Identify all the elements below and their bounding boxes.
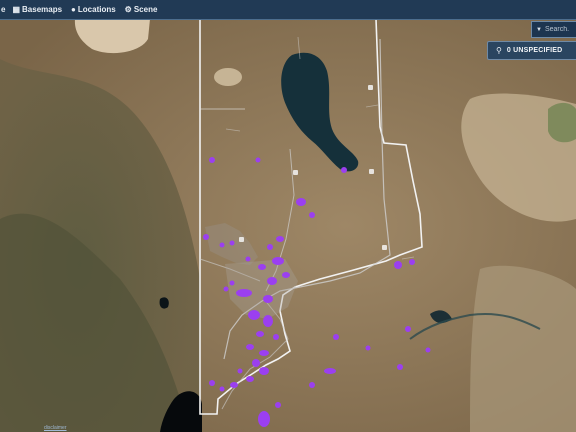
map-marker[interactable] bbox=[248, 310, 260, 320]
map-marker[interactable] bbox=[230, 382, 238, 388]
map-marker[interactable] bbox=[245, 256, 251, 262]
map-attribution: disclaimer bbox=[0, 423, 110, 432]
map-marker[interactable] bbox=[229, 280, 235, 286]
top-toolbar: e ▦ Basemaps ● Locations ⚙ Scene bbox=[0, 0, 576, 20]
map-marker[interactable] bbox=[309, 382, 315, 388]
map-marker[interactable] bbox=[246, 376, 254, 382]
highway-shield bbox=[293, 170, 298, 175]
map-marker[interactable] bbox=[263, 315, 273, 327]
map-marker[interactable] bbox=[236, 289, 252, 297]
filter-badge[interactable]: ⚲ 0 UNSPECIFIED bbox=[487, 41, 576, 60]
map-marker[interactable] bbox=[219, 386, 225, 392]
map-marker[interactable] bbox=[333, 334, 339, 340]
map-marker[interactable] bbox=[209, 157, 215, 163]
map-marker[interactable] bbox=[296, 198, 306, 206]
search-input[interactable] bbox=[544, 26, 569, 33]
map-marker[interactable] bbox=[267, 244, 273, 250]
green-field-east bbox=[548, 102, 576, 143]
highway-shield bbox=[239, 237, 244, 242]
highway-shield bbox=[369, 169, 374, 174]
map-marker[interactable] bbox=[209, 380, 215, 386]
pale-area-southeast bbox=[470, 265, 576, 432]
map-marker[interactable] bbox=[263, 295, 273, 303]
map-marker[interactable] bbox=[282, 272, 290, 278]
map-marker[interactable] bbox=[219, 242, 225, 248]
map-marker[interactable] bbox=[272, 257, 284, 265]
locations-button[interactable]: ● Locations bbox=[71, 5, 116, 14]
toolbar-item-cut[interactable]: e bbox=[1, 5, 5, 14]
map-marker[interactable] bbox=[324, 368, 336, 374]
map-marker[interactable] bbox=[258, 264, 266, 270]
map-marker[interactable] bbox=[273, 334, 279, 340]
basemaps-button[interactable]: ▦ Basemaps bbox=[12, 5, 62, 14]
filter-badge-label: 0 UNSPECIFIED bbox=[506, 47, 563, 54]
disclaimer-link[interactable]: disclaimer bbox=[44, 425, 67, 431]
map-marker[interactable] bbox=[255, 157, 261, 163]
satellite-map[interactable] bbox=[0, 19, 576, 432]
map-marker[interactable] bbox=[252, 359, 260, 367]
basemaps-icon: ▦ bbox=[12, 5, 21, 14]
map-marker[interactable] bbox=[203, 234, 209, 240]
map-marker[interactable] bbox=[223, 286, 229, 292]
map-marker[interactable] bbox=[259, 367, 269, 375]
search-box[interactable]: ▼ bbox=[531, 21, 576, 38]
map-marker[interactable] bbox=[246, 344, 254, 350]
scene-label: Scene bbox=[133, 5, 158, 14]
basemaps-label: Basemaps bbox=[22, 5, 63, 14]
map-marker[interactable] bbox=[341, 167, 347, 173]
map-marker[interactable] bbox=[276, 236, 284, 242]
toolbar-item-cut-label: e bbox=[1, 5, 6, 14]
map-marker[interactable] bbox=[237, 368, 243, 374]
dry-lakebed-small bbox=[214, 68, 242, 86]
highway-shield bbox=[382, 245, 387, 250]
scene-icon: ⚙ bbox=[124, 5, 132, 14]
dropdown-caret-icon[interactable]: ▼ bbox=[536, 27, 542, 33]
map-marker[interactable] bbox=[425, 347, 431, 353]
location-pin-icon: ● bbox=[71, 5, 76, 14]
map-marker[interactable] bbox=[394, 261, 402, 269]
scene-button[interactable]: ⚙ Scene bbox=[125, 5, 158, 14]
locations-label: Locations bbox=[77, 5, 116, 14]
map-marker[interactable] bbox=[275, 402, 281, 408]
map-marker[interactable] bbox=[309, 212, 315, 218]
map-marker[interactable] bbox=[405, 326, 411, 332]
map-marker[interactable] bbox=[229, 240, 235, 246]
highway-shield bbox=[368, 85, 373, 90]
magnifier-icon: ⚲ bbox=[496, 46, 502, 55]
map-marker[interactable] bbox=[259, 350, 269, 356]
map-marker[interactable] bbox=[258, 411, 270, 427]
map-marker[interactable] bbox=[409, 259, 415, 265]
map-marker[interactable] bbox=[365, 345, 371, 351]
map-marker[interactable] bbox=[256, 331, 264, 337]
map-marker[interactable] bbox=[397, 364, 403, 370]
map-marker[interactable] bbox=[267, 277, 277, 285]
small-pond bbox=[159, 297, 169, 309]
